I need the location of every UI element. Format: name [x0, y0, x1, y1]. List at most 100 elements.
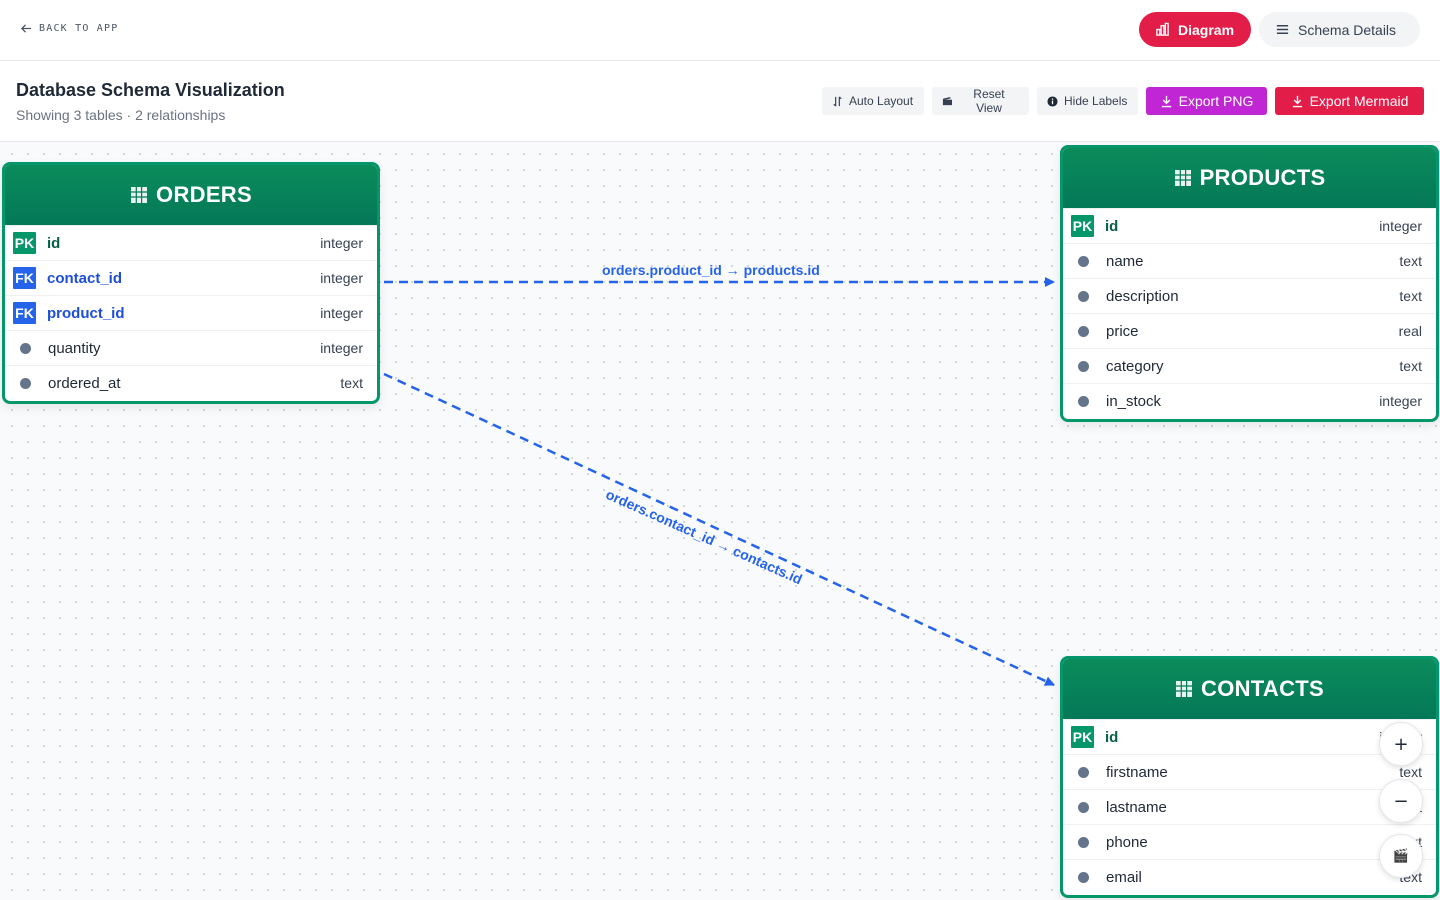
column-name: in_stock: [1106, 392, 1162, 410]
column-type: integer: [320, 235, 363, 251]
column-row[interactable]: quantity integer: [5, 330, 377, 365]
table-header[interactable]: PRODUCTS: [1063, 148, 1436, 208]
column-name: id: [1105, 217, 1119, 235]
column-name: id: [47, 234, 61, 252]
diagram-canvas[interactable]: orders.product_id → products.id orders.c…: [0, 142, 1440, 900]
arrow-left-icon: [20, 24, 32, 33]
zoom-out-button[interactable]: −: [1379, 779, 1423, 823]
column-row[interactable]: price real: [1063, 313, 1436, 348]
zoom-in-button[interactable]: +: [1379, 722, 1423, 766]
column-dot-icon: [1078, 290, 1089, 302]
column-dot-icon: [20, 342, 31, 354]
column-row[interactable]: description text: [1063, 278, 1436, 313]
column-type: integer: [1379, 218, 1422, 234]
column-dot-icon: [1078, 325, 1089, 337]
column-dot-icon: [1078, 871, 1089, 883]
column-type: integer: [320, 340, 363, 356]
column-type: integer: [320, 270, 363, 286]
column-row[interactable]: PK id integer: [5, 225, 377, 260]
export-mermaid-button[interactable]: Export Mermaid: [1275, 87, 1424, 115]
download-icon: [1161, 95, 1171, 107]
reset-view-button[interactable]: Reset View: [932, 87, 1029, 115]
auto-layout-label: Auto Layout: [849, 94, 914, 108]
page-header: Database Schema Visualization Showing 3 …: [0, 61, 1440, 142]
primary-key-badge: PK: [1071, 726, 1094, 748]
relationship-label: orders.product_id → products.id: [602, 262, 820, 278]
back-label: BACK TO APP: [39, 23, 119, 34]
list-icon: [1276, 25, 1289, 34]
column-dot-icon: [1078, 360, 1089, 372]
column-name: firstname: [1106, 763, 1168, 781]
column-dot-icon: [1078, 395, 1089, 407]
column-dot-icon: [1078, 801, 1089, 813]
column-name: quantity: [48, 339, 101, 357]
table-grid-icon: [131, 187, 148, 203]
column-name: lastname: [1106, 798, 1167, 816]
column-name: contact_id: [47, 269, 123, 287]
column-type: real: [1398, 323, 1422, 339]
hide-labels-button[interactable]: Hide Labels: [1037, 87, 1138, 115]
page-subtitle: Showing 3 tables · 2 relationships: [16, 107, 226, 123]
column-type: integer: [320, 305, 363, 321]
back-to-app-link[interactable]: BACK TO APP: [20, 22, 118, 35]
primary-key-badge: PK: [1071, 215, 1094, 237]
hide-labels-label: Hide Labels: [1064, 94, 1128, 108]
column-type: text: [1399, 253, 1422, 269]
column-name: price: [1106, 322, 1139, 340]
column-row[interactable]: PK id integer: [1063, 208, 1436, 243]
table-grid-icon: [1176, 681, 1192, 697]
table-name: CONTACTS: [1201, 676, 1324, 701]
column-row[interactable]: firstname text: [1063, 754, 1436, 789]
download-icon: [1292, 95, 1302, 107]
table-products[interactable]: PRODUCTS PK id integer name text descrip…: [1060, 145, 1439, 422]
primary-key-badge: PK: [13, 232, 36, 254]
column-name: id: [1105, 728, 1119, 746]
column-type: text: [1399, 764, 1422, 780]
column-name: category: [1106, 357, 1164, 375]
fit-view-button[interactable]: 🎬: [1379, 834, 1423, 878]
reset-view-label: Reset View: [973, 87, 1005, 115]
table-grid-icon: [1174, 170, 1191, 186]
export-png-label: Export PNG: [1178, 93, 1254, 109]
column-type: integer: [1379, 393, 1422, 409]
info-icon: [1047, 95, 1058, 107]
column-name: name: [1106, 252, 1144, 270]
column-type: text: [340, 375, 363, 391]
column-row[interactable]: in_stock integer: [1063, 383, 1436, 418]
edge-orders-contacts[interactable]: [383, 372, 1055, 687]
table-header[interactable]: ORDERS: [5, 165, 377, 225]
column-type: text: [1399, 288, 1422, 304]
page-title: Database Schema Visualization: [16, 80, 285, 100]
foreign-key-badge: FK: [13, 302, 36, 324]
column-name: product_id: [47, 304, 125, 322]
column-name: email: [1106, 868, 1142, 886]
shuffle-icon: [833, 95, 842, 107]
diagram-label: Diagram: [1178, 21, 1235, 38]
column-row[interactable]: FK contact_id integer: [5, 260, 377, 295]
camera-icon: 🎬: [1392, 848, 1410, 864]
top-bar: BACK TO APP Diagram Schema Details: [0, 0, 1440, 61]
column-name: description: [1106, 287, 1179, 305]
column-row[interactable]: name text: [1063, 243, 1436, 278]
bar-chart-icon: [1156, 22, 1169, 36]
column-dot-icon: [20, 377, 31, 389]
column-dot-icon: [1078, 836, 1089, 848]
export-mermaid-label: Export Mermaid: [1309, 93, 1409, 109]
table-orders[interactable]: ORDERS PK id integer FK contact_id integ…: [2, 162, 380, 404]
column-type: text: [1399, 358, 1422, 374]
schema-details-button[interactable]: Schema Details: [1259, 12, 1420, 47]
camera-icon: [942, 96, 953, 105]
diagram-view-button[interactable]: Diagram: [1139, 12, 1251, 47]
schema-label: Schema Details: [1298, 21, 1397, 38]
column-dot-icon: [1078, 766, 1089, 778]
column-row[interactable]: FK product_id integer: [5, 295, 377, 330]
auto-layout-button[interactable]: Auto Layout: [822, 87, 924, 115]
column-name: ordered_at: [48, 374, 121, 392]
table-header[interactable]: CONTACTS: [1063, 659, 1436, 719]
column-row[interactable]: category text: [1063, 348, 1436, 383]
table-name: ORDERS: [156, 182, 252, 207]
column-name: phone: [1106, 833, 1148, 851]
export-png-button[interactable]: Export PNG: [1146, 87, 1267, 115]
table-name: PRODUCTS: [1199, 165, 1326, 190]
column-row[interactable]: ordered_at text: [5, 365, 377, 400]
